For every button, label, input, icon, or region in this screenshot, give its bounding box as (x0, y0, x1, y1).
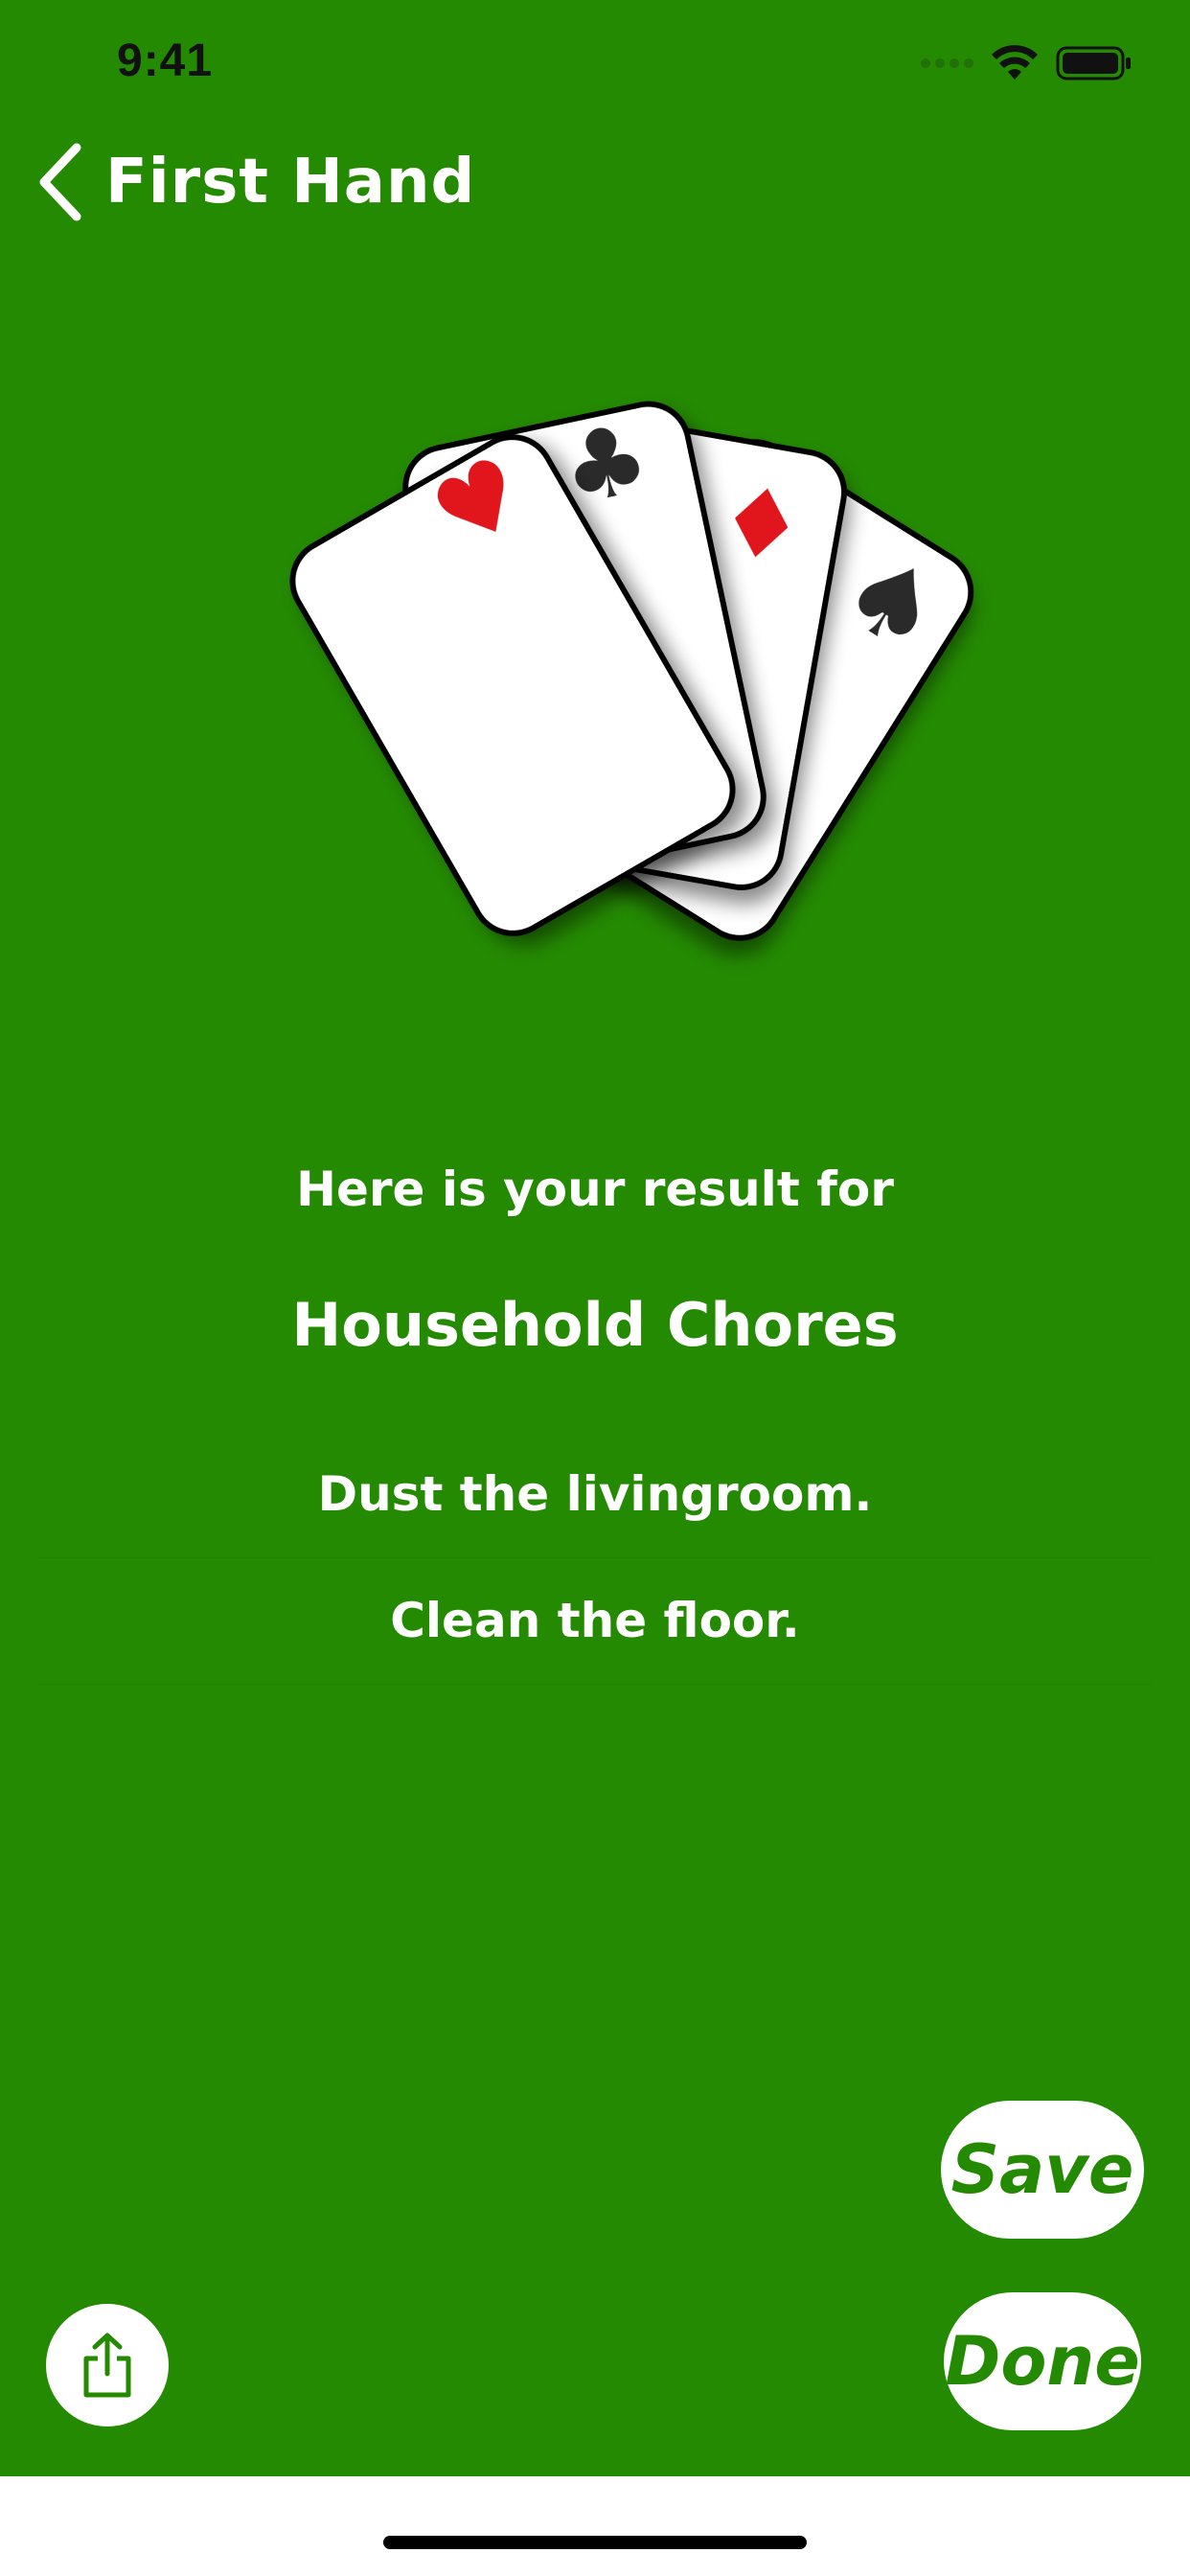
home-indicator (383, 2536, 807, 2549)
save-button[interactable]: Save (941, 2101, 1144, 2239)
back-button[interactable]: First Hand (34, 142, 475, 222)
screen-background: 9:41 First Hand ♠ ♦ ♣ ♥ Here is your res… (0, 0, 1190, 2476)
status-indicators (921, 42, 1133, 84)
wifi-icon (992, 45, 1038, 80)
nav-title: First Hand (105, 147, 476, 218)
list-item: Dust the livingroom. (38, 1431, 1152, 1558)
done-button[interactable]: Done (944, 2292, 1141, 2430)
result-intro: Here is your result for (296, 1162, 894, 1217)
signal-icon (921, 58, 973, 68)
chevron-left-icon (39, 143, 81, 221)
playing-cards-illustration: ♠ ♦ ♣ ♥ (289, 401, 974, 941)
navigation-bar: First Hand (34, 134, 475, 230)
list-item: Clean the floor. (38, 1557, 1152, 1685)
status-time: 9:41 (117, 35, 214, 86)
battery-icon (1056, 46, 1131, 80)
result-category: Household Chores (291, 1290, 899, 1360)
share-button[interactable] (46, 2304, 169, 2426)
share-icon (83, 2333, 131, 2398)
